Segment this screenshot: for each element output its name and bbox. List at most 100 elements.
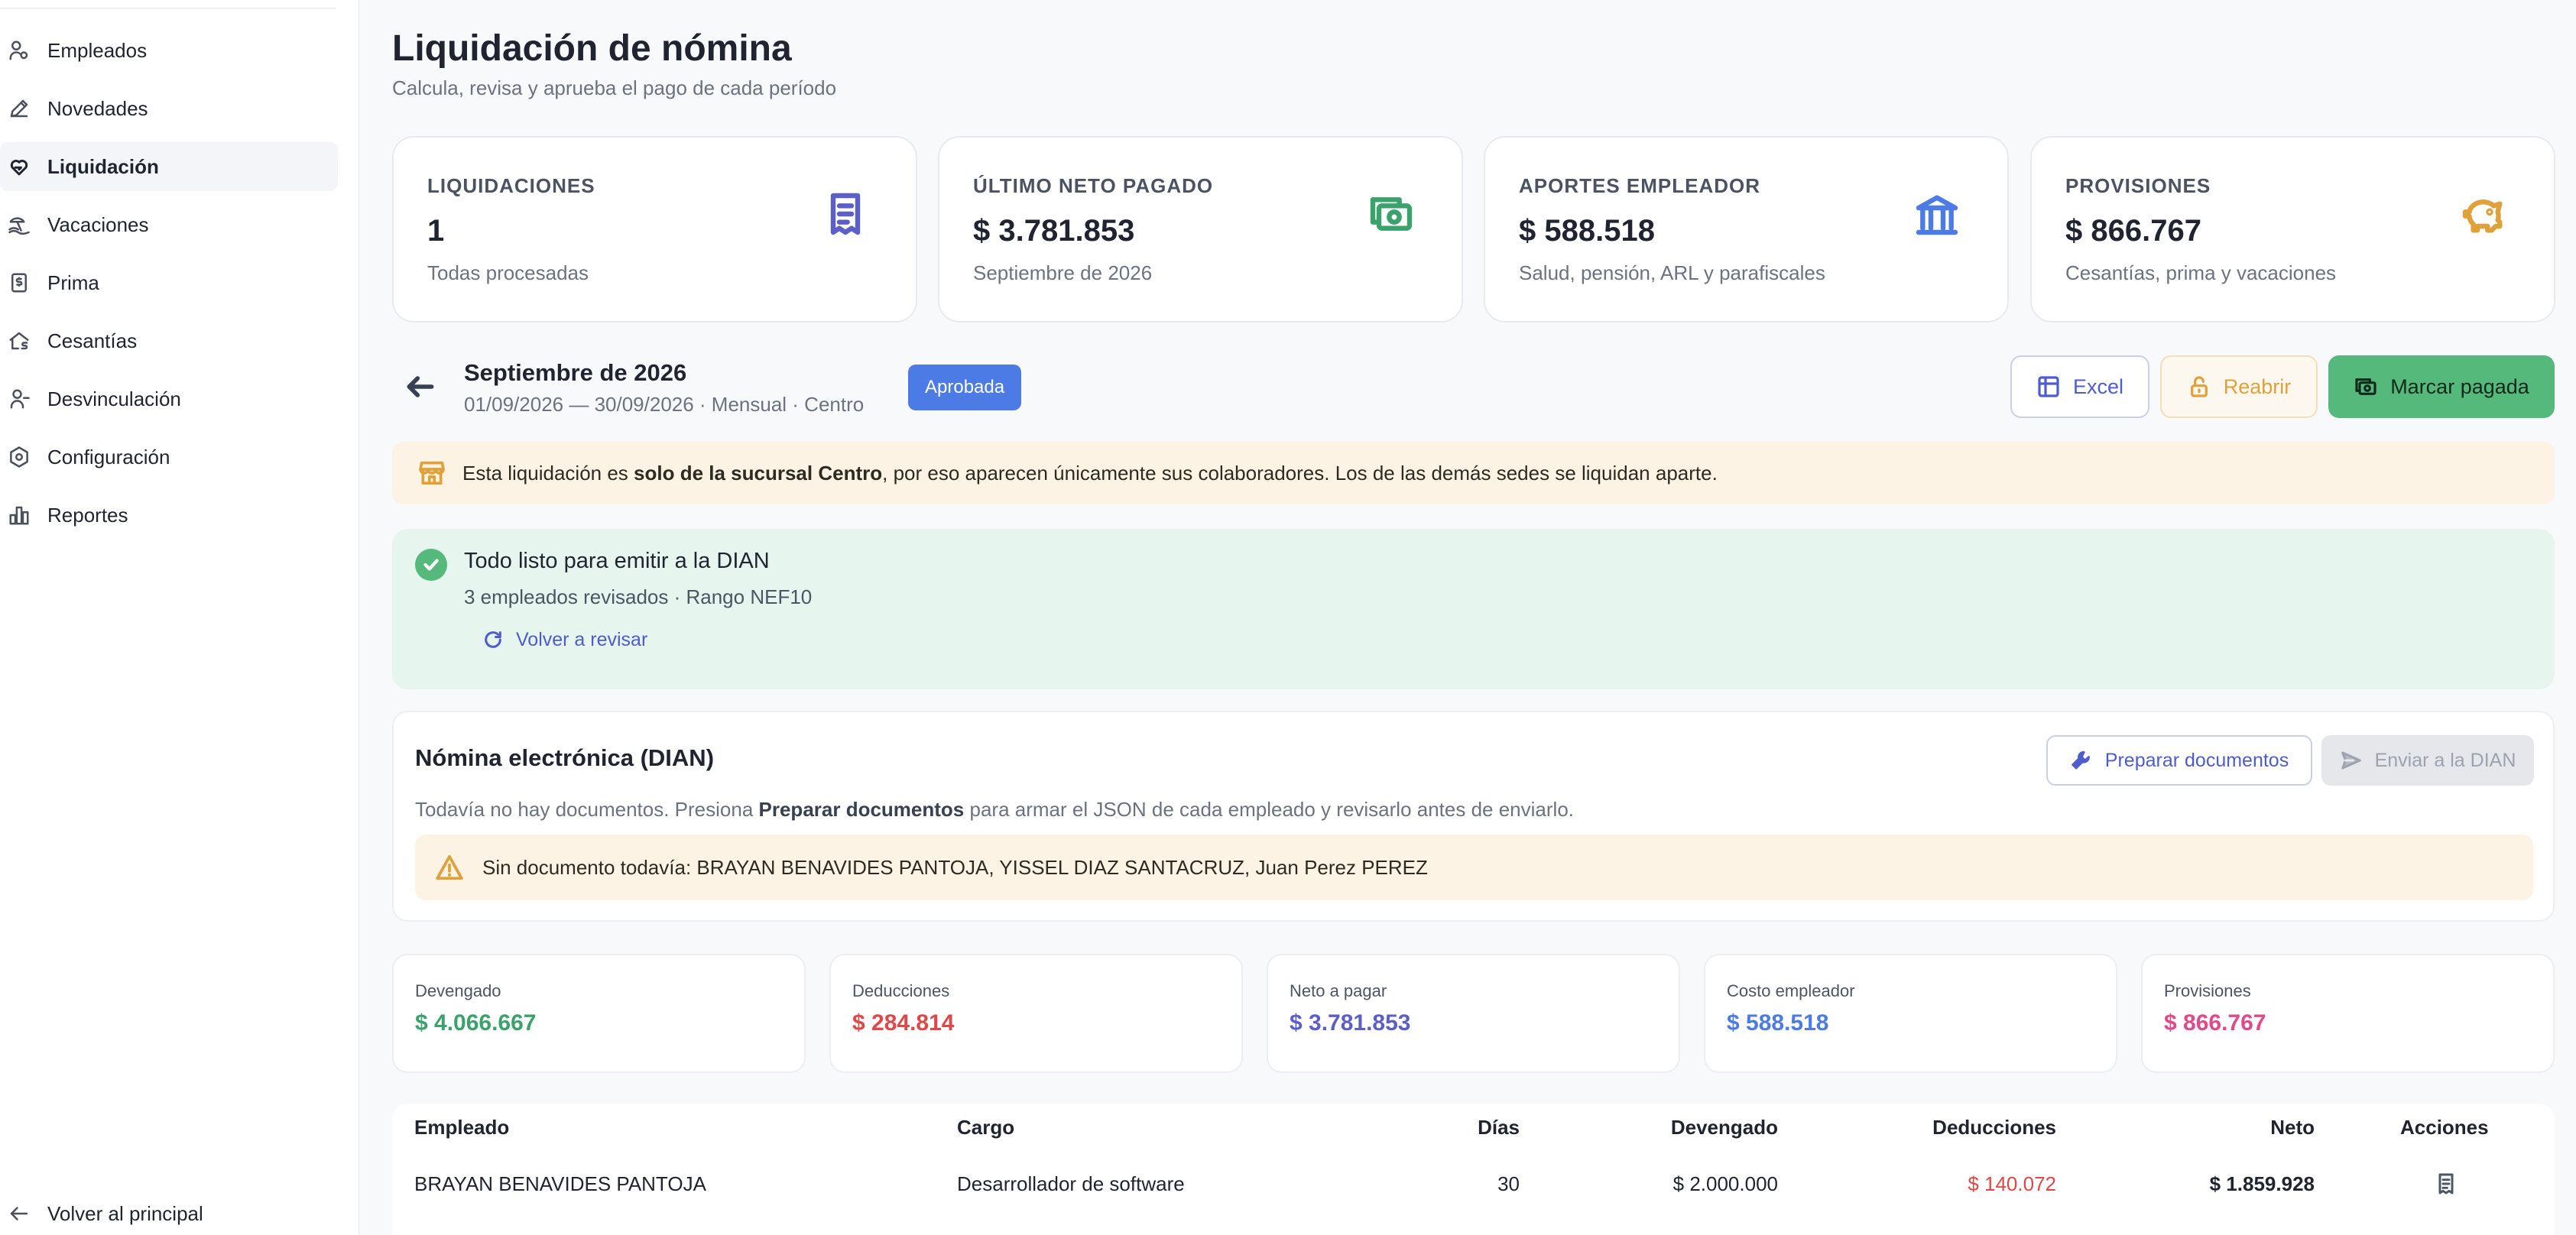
reabrir-button-label: Reabrir	[2223, 374, 2292, 398]
prepare-documents-button[interactable]: Preparar documentos	[2046, 735, 2312, 786]
stat-label: LIQUIDACIONES	[427, 174, 595, 197]
cell-cargo: Desarrollador de software	[957, 1172, 1185, 1195]
stat-label: APORTES EMPLEADOR	[1519, 174, 1761, 197]
column-header-dias[interactable]: Días	[1376, 1116, 1520, 1139]
send-dian-button[interactable]: Enviar a la DIAN	[2321, 735, 2534, 786]
sidebar-item-label: Cesantías	[47, 329, 138, 352]
store-icon	[417, 458, 447, 488]
column-header-empleado[interactable]: Empleado	[414, 1116, 509, 1139]
dian-ready-panel: Todo listo para emitir a la DIAN 3 emple…	[392, 529, 2555, 689]
warning-icon	[436, 854, 463, 880]
user-minus-icon	[6, 386, 32, 412]
period-title: Septiembre de 2026	[464, 359, 687, 386]
heart-hand-icon	[6, 154, 32, 180]
dian-title: Nómina electrónica (DIAN)	[415, 744, 715, 771]
status-badge: Aprobada	[908, 365, 1022, 410]
prepare-documents-label: Preparar documentos	[2104, 749, 2289, 771]
column-header-devengado[interactable]: Devengado	[1567, 1116, 1778, 1139]
ready-detail: 3 empleados revisados · Rango NEF10	[464, 585, 813, 608]
back-to-main-link[interactable]: Volver al principal	[0, 1189, 203, 1235]
stat-card-ultimo-neto: ÚLTIMO NETO PAGADO $ 3.781.853 Septiembr…	[938, 136, 1463, 323]
stat-card-liquidaciones: LIQUIDACIONES 1 Todas procesadas	[392, 136, 917, 323]
stat-desc: Cesantías, prima y vacaciones	[2065, 261, 2337, 284]
sidebar-item-label: Reportes	[47, 503, 128, 527]
dollar-file-icon	[6, 270, 32, 296]
sidebar-item-prima[interactable]: Prima	[0, 258, 338, 307]
excel-button[interactable]: Excel	[2010, 355, 2149, 418]
piggy-bank-icon	[2459, 190, 2508, 238]
cash-icon	[2355, 378, 2376, 395]
back-arrow-button[interactable]	[404, 370, 437, 404]
dian-desc-after: para armar el JSON de cada empleado y re…	[964, 798, 1575, 821]
send-icon	[2341, 751, 2361, 770]
summary-label: Deducciones	[852, 981, 950, 1000]
cell-neto: $ 1.859.928	[2209, 1172, 2315, 1195]
arrow-left-icon	[6, 1201, 32, 1227]
warning-text: Sin documento todavía: BRAYAN BENAVIDES …	[482, 855, 1428, 879]
stat-value: $ 866.767	[2065, 214, 2201, 248]
sidebar-item-cesantias[interactable]: Cesantías	[0, 316, 338, 365]
notice-text-before: Esta liquidación es	[462, 461, 634, 485]
dian-desc-bold: Preparar documentos	[758, 798, 965, 821]
notice-text-after: , por eso aparecen únicamente sus colabo…	[882, 461, 1718, 485]
pencil-icon	[6, 96, 32, 122]
sidebar-item-desvinculacion[interactable]: Desvinculación	[0, 374, 338, 423]
sidebar-item-configuracion[interactable]: Configuración	[0, 433, 338, 481]
bank-icon	[1913, 190, 1961, 238]
column-header-neto[interactable]: Neto	[2140, 1116, 2315, 1139]
ready-title: Todo listo para emitir a la DIAN	[464, 549, 770, 573]
summary-costo-empleador: Costo empleador $ 588.518	[1704, 954, 2117, 1073]
summary-value: $ 588.518	[1727, 1010, 1829, 1036]
stat-value: $ 588.518	[1519, 214, 1655, 248]
recheck-button[interactable]: Volver a revisar	[482, 621, 647, 659]
page-subtitle: Calcula, revisa y aprueba el pago de cad…	[392, 76, 837, 99]
sidebar-item-label: Empleados	[47, 38, 148, 62]
stat-value: $ 3.781.853	[973, 214, 1135, 248]
dian-desc-before: Todavía no hay documentos. Presiona	[415, 798, 759, 821]
receipt-icon[interactable]	[2434, 1170, 2458, 1198]
summary-label: Devengado	[415, 981, 501, 1000]
stat-label: ÚLTIMO NETO PAGADO	[973, 174, 1214, 197]
stat-desc: Septiembre de 2026	[973, 261, 1153, 284]
column-header-cargo[interactable]: Cargo	[957, 1116, 1014, 1139]
receipt-icon	[821, 190, 870, 238]
sidebar-divider	[0, 8, 336, 9]
summary-value: $ 284.814	[852, 1010, 955, 1036]
dian-card: Nómina electrónica (DIAN) Preparar docum…	[392, 711, 2555, 922]
branch-notice: Esta liquidación es solo de la sucursal …	[392, 442, 2555, 504]
stat-card-aportes: APORTES EMPLEADOR $ 588.518 Salud, pensi…	[1484, 136, 2009, 323]
missing-documents-warning: Sin documento todavía: BRAYAN BENAVIDES …	[415, 835, 2533, 900]
summary-value: $ 4.066.667	[415, 1010, 537, 1036]
dian-description: Todavía no hay documentos. Presiona Prep…	[415, 798, 1574, 822]
page-title: Liquidación de nómina	[392, 28, 792, 69]
summary-label: Costo empleador	[1727, 981, 1855, 1000]
stat-desc: Todas procesadas	[427, 261, 589, 284]
period-subtitle: 01/09/2026 — 30/09/2026 · Mensual · Cent…	[464, 393, 865, 416]
sidebar-item-label: Configuración	[47, 445, 170, 468]
marcar-pagada-button[interactable]: Marcar pagada	[2328, 355, 2555, 418]
sidebar-item-liquidacion[interactable]: Liquidación	[0, 142, 338, 191]
bar-chart-icon	[6, 502, 32, 528]
sidebar-item-label: Desvinculación	[47, 387, 181, 410]
recheck-label: Volver a revisar	[516, 628, 648, 650]
refresh-icon	[485, 631, 501, 648]
sidebar-item-empleados[interactable]: Empleados	[0, 26, 338, 75]
sidebar-item-reportes[interactable]: Reportes	[0, 491, 338, 540]
user-icon	[6, 37, 32, 63]
stat-value: 1	[427, 214, 445, 248]
sidebar-item-novedades[interactable]: Novedades	[0, 84, 338, 133]
marcar-pagada-label: Marcar pagada	[2390, 374, 2529, 398]
sidebar-item-vacaciones[interactable]: Vacaciones	[0, 200, 338, 249]
wrench-icon	[2072, 750, 2090, 770]
sidebar-item-label: Prima	[47, 271, 99, 294]
column-header-deducciones[interactable]: Deducciones	[1835, 1116, 2056, 1139]
column-header-acciones: Acciones	[2400, 1116, 2489, 1139]
summary-deducciones: Deducciones $ 284.814	[829, 954, 1243, 1073]
cell-empleado: BRAYAN BENAVIDES PANTOJA	[414, 1172, 706, 1195]
cash-icon	[1367, 190, 1416, 238]
reabrir-button[interactable]: Reabrir	[2160, 355, 2318, 418]
cell-deducciones: $ 140.072	[1968, 1172, 2056, 1195]
summary-provisiones: Provisiones $ 866.767	[2141, 954, 2555, 1073]
stat-desc: Salud, pensión, ARL y parafiscales	[1519, 261, 1825, 284]
house-dollar-icon	[6, 328, 32, 354]
